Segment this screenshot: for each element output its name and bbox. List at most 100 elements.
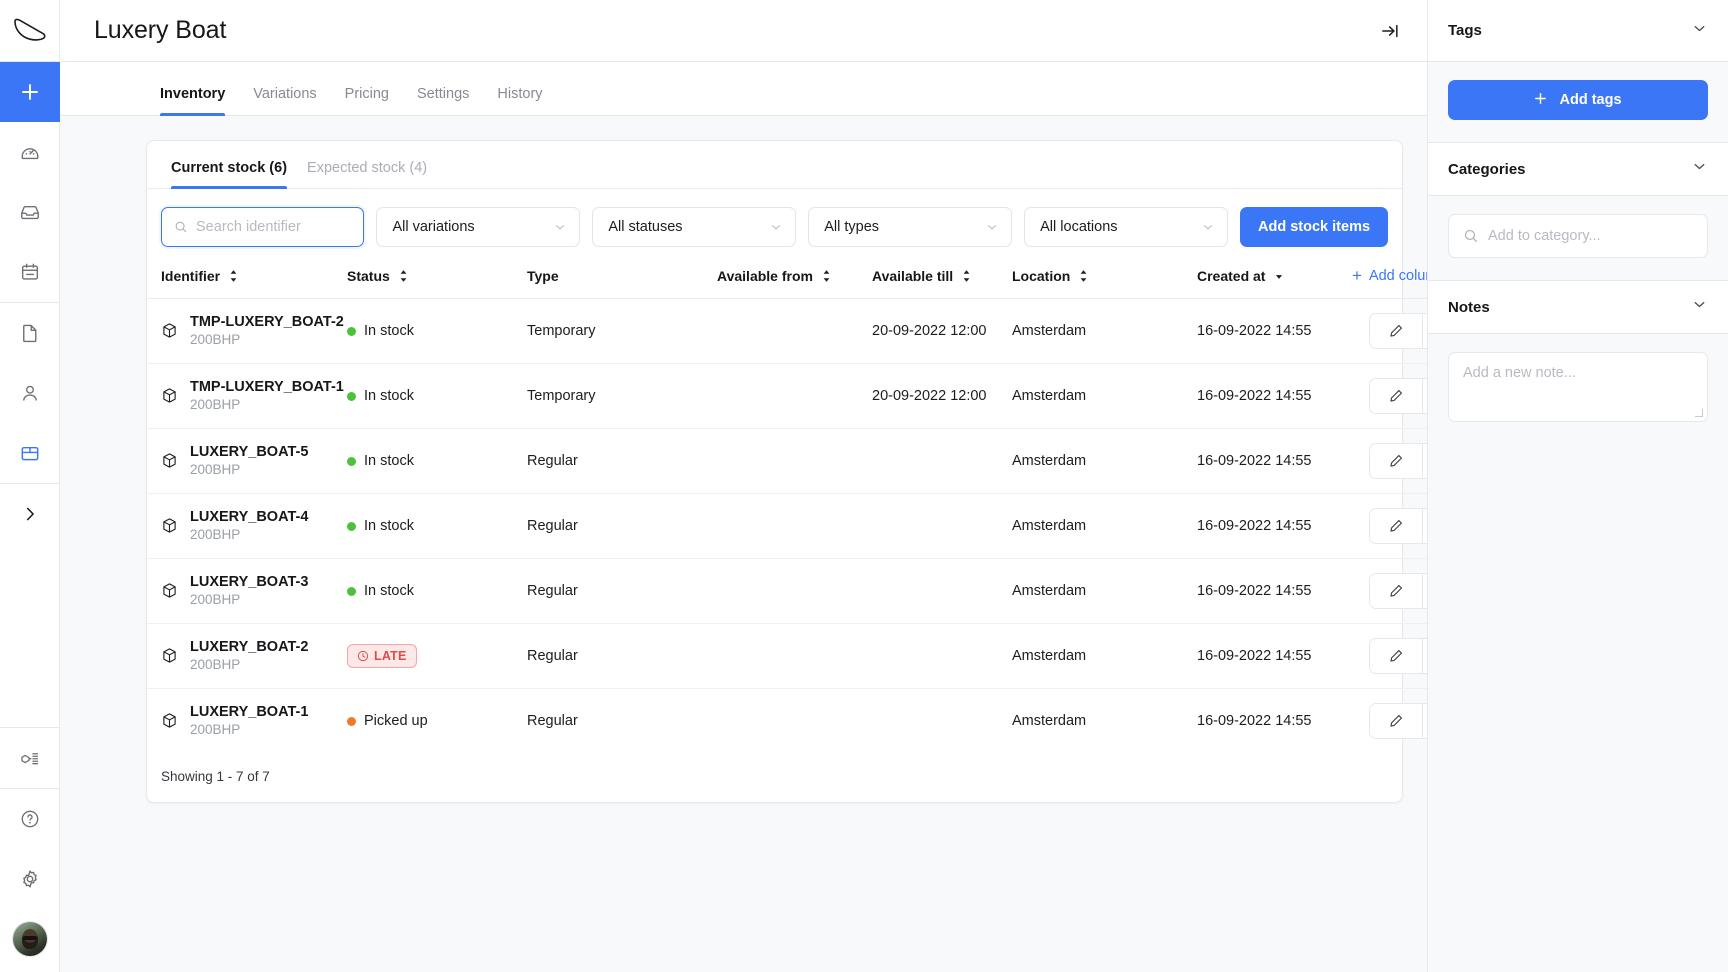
sort-both-icon[interactable] bbox=[1078, 269, 1089, 283]
edit-button[interactable] bbox=[1370, 444, 1422, 478]
search-input[interactable] bbox=[196, 219, 351, 235]
column-created-at[interactable]: Created at bbox=[1197, 257, 1352, 299]
chevron-down-icon[interactable] bbox=[1691, 20, 1708, 42]
column-location[interactable]: Location bbox=[1012, 257, 1197, 299]
subtab-expected-stock[interactable]: Expected stock (4) bbox=[297, 160, 437, 188]
chevron-down-icon bbox=[553, 220, 567, 234]
cell-actions bbox=[1352, 624, 1427, 689]
pencil-icon bbox=[1388, 583, 1404, 599]
subtab-current-stock[interactable]: Current stock (6) bbox=[161, 160, 297, 188]
column-available-till[interactable]: Available till bbox=[872, 257, 1012, 299]
sidebar-item-settings[interactable] bbox=[0, 849, 60, 909]
barcode-button[interactable] bbox=[1422, 704, 1427, 738]
column-identifier[interactable]: Identifier bbox=[147, 257, 347, 299]
column-status[interactable]: Status bbox=[347, 257, 527, 299]
edit-button[interactable] bbox=[1370, 704, 1422, 738]
column-add-column[interactable]: + Add column bbox=[1352, 257, 1427, 299]
sort-both-icon[interactable] bbox=[821, 269, 832, 283]
table-row[interactable]: LUXERY_BOAT-4 200BHP In stock Regular bbox=[147, 494, 1427, 559]
app-logo[interactable] bbox=[0, 0, 60, 62]
column-available-from[interactable]: Available from bbox=[717, 257, 872, 299]
table-row[interactable]: LUXERY_BOAT-5 200BHP In stock Regular bbox=[147, 429, 1427, 494]
sidebar-item-scanner[interactable] bbox=[0, 728, 60, 788]
types-filter-select[interactable]: All types bbox=[808, 207, 1012, 247]
edit-button[interactable] bbox=[1370, 639, 1422, 673]
tab-pricing[interactable]: Pricing bbox=[331, 86, 403, 115]
column-type[interactable]: Type bbox=[527, 257, 717, 299]
barcode-button[interactable] bbox=[1422, 314, 1427, 348]
sort-both-icon[interactable] bbox=[228, 269, 239, 283]
sidebar-item-expand[interactable] bbox=[0, 484, 60, 544]
add-new-button[interactable] bbox=[0, 62, 60, 122]
cell-status: In stock bbox=[347, 364, 527, 429]
sidebar-item-customers[interactable] bbox=[0, 363, 60, 423]
box-icon bbox=[161, 452, 178, 469]
user-avatar[interactable] bbox=[13, 922, 47, 956]
add-column-button[interactable]: + Add column bbox=[1352, 267, 1427, 284]
barcode-button[interactable] bbox=[1422, 639, 1427, 673]
cell-available-from bbox=[717, 624, 872, 689]
barcode-button[interactable] bbox=[1422, 574, 1427, 608]
table-row[interactable]: LUXERY_BOAT-1 200BHP Picked up Regular bbox=[147, 689, 1427, 754]
table-row[interactable]: LUXERY_BOAT-3 200BHP In stock Regular bbox=[147, 559, 1427, 624]
barcode-button[interactable] bbox=[1422, 509, 1427, 543]
tags-section-header[interactable]: Tags bbox=[1428, 0, 1728, 62]
identifier-name: TMP-LUXERY_BOAT-2 bbox=[190, 313, 344, 331]
cell-identifier: LUXERY_BOAT-2 200BHP bbox=[147, 624, 347, 689]
chevron-down-icon[interactable] bbox=[1691, 158, 1708, 180]
cell-identifier: TMP-LUXERY_BOAT-1 200BHP bbox=[147, 364, 347, 429]
cell-available-till bbox=[872, 689, 1012, 754]
barcode-button[interactable] bbox=[1422, 444, 1427, 478]
sidebar-item-dashboard[interactable] bbox=[0, 122, 60, 182]
sidebar-item-help[interactable] bbox=[0, 789, 60, 849]
edit-button[interactable] bbox=[1370, 379, 1422, 413]
sidebar-item-products[interactable] bbox=[0, 423, 60, 483]
plus-icon: + bbox=[1352, 267, 1362, 284]
variations-filter-select[interactable]: All variations bbox=[376, 207, 580, 247]
sidebar-item-documents[interactable] bbox=[0, 303, 60, 363]
notes-section-header[interactable]: Notes bbox=[1428, 280, 1728, 334]
add-stock-items-button[interactable]: Add stock items bbox=[1240, 207, 1388, 247]
locations-filter-select[interactable]: All locations bbox=[1024, 207, 1228, 247]
cell-actions bbox=[1352, 559, 1427, 624]
types-filter-value: All types bbox=[824, 219, 879, 235]
identifier-sub: 200BHP bbox=[190, 331, 344, 349]
sort-descending-icon[interactable] bbox=[1273, 271, 1285, 281]
table-row[interactable]: TMP-LUXERY_BOAT-2 200BHP In stock Tempor… bbox=[147, 299, 1427, 364]
collapse-panel-button[interactable] bbox=[1375, 16, 1405, 46]
tab-settings[interactable]: Settings bbox=[403, 86, 483, 115]
chevron-down-icon[interactable] bbox=[1691, 296, 1708, 318]
tab-variations[interactable]: Variations bbox=[239, 86, 330, 115]
cell-status: In stock bbox=[347, 299, 527, 364]
chevron-right-icon bbox=[20, 504, 40, 524]
add-to-category-input[interactable]: Add to category... bbox=[1448, 214, 1708, 258]
sort-both-icon[interactable] bbox=[398, 269, 409, 283]
statuses-filter-select[interactable]: All statuses bbox=[592, 207, 796, 247]
new-note-input[interactable]: Add a new note... bbox=[1448, 352, 1708, 422]
gauge-icon bbox=[19, 141, 41, 163]
chevron-down-icon bbox=[1201, 220, 1215, 234]
sort-both-icon[interactable] bbox=[961, 269, 972, 283]
cell-location: Amsterdam bbox=[1012, 689, 1197, 754]
cell-actions bbox=[1352, 364, 1427, 429]
sidebar-item-inbox[interactable] bbox=[0, 182, 60, 242]
edit-button[interactable] bbox=[1370, 314, 1422, 348]
cell-identifier: LUXERY_BOAT-4 200BHP bbox=[147, 494, 347, 559]
column-identifier-label: Identifier bbox=[161, 268, 220, 284]
cell-available-till bbox=[872, 429, 1012, 494]
categories-section-header[interactable]: Categories bbox=[1428, 142, 1728, 196]
search-input-wrapper[interactable] bbox=[161, 207, 364, 247]
add-tags-button[interactable]: Add tags bbox=[1448, 80, 1708, 120]
tab-history[interactable]: History bbox=[483, 86, 556, 115]
search-icon bbox=[174, 219, 188, 235]
edit-button[interactable] bbox=[1370, 574, 1422, 608]
edit-button[interactable] bbox=[1370, 509, 1422, 543]
filter-bar: All variations All statuses All types bbox=[147, 189, 1402, 257]
cell-available-from bbox=[717, 689, 872, 754]
tab-inventory[interactable]: Inventory bbox=[146, 86, 239, 115]
table-row[interactable]: TMP-LUXERY_BOAT-1 200BHP In stock Tempor… bbox=[147, 364, 1427, 429]
sidebar-item-planning[interactable] bbox=[0, 242, 60, 302]
barcode-button[interactable] bbox=[1422, 379, 1427, 413]
identifier-name: LUXERY_BOAT-2 bbox=[190, 638, 308, 656]
table-row[interactable]: LUXERY_BOAT-2 200BHP bbox=[147, 624, 1427, 689]
